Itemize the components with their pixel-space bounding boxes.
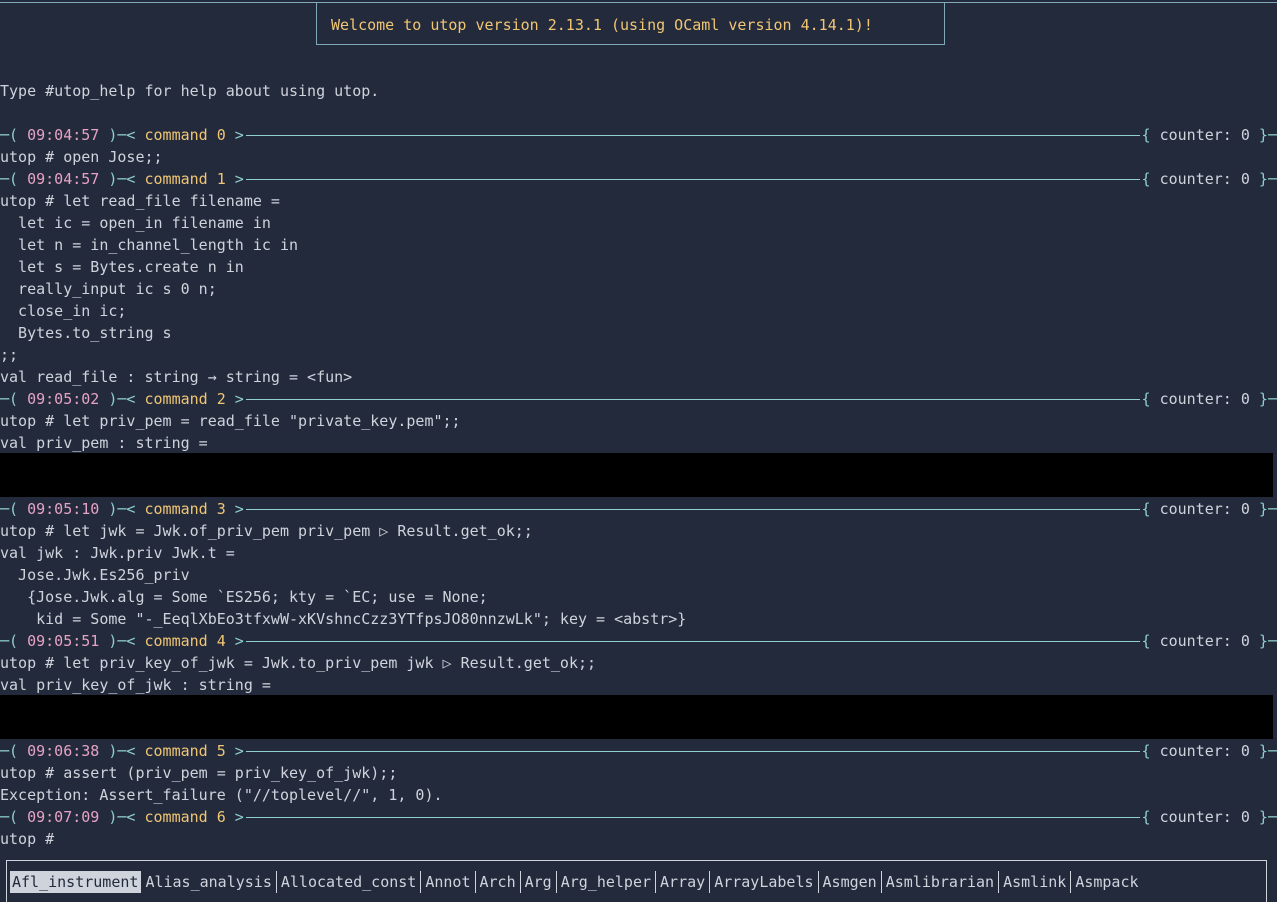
input-line: ;; (0, 346, 19, 364)
prompt-command: command 1 (144, 170, 226, 188)
prompt-bar-6: ─( 09:07:09 )─< command 6 >{ counter: 0 … (0, 808, 1277, 826)
prompt-time: 09:04:57 (27, 126, 100, 144)
prompt-bar-2: ─( 09:05:02 )─< command 2 >{ counter: 0 … (0, 390, 1277, 408)
prompt-time: 09:06:38 (27, 742, 100, 760)
input-line: close_in ic; (0, 302, 127, 320)
input-line: really_input ic s 0 n; (0, 280, 217, 298)
welcome-banner: Welcome to utop version 2.13.1 (using OC… (316, 2, 945, 45)
prompt-time: 09:05:51 (27, 632, 100, 650)
completion-item[interactable]: Asmlink (999, 871, 1072, 893)
input-line: let n = in_channel_length ic in (0, 236, 299, 254)
help-line: Type #utop_help for help about using uto… (0, 82, 380, 100)
prompt-counter: counter: 0 (1159, 742, 1250, 760)
prompt-counter: counter: 0 (1159, 808, 1250, 826)
input-line: utop # let jwk = Jwk.of_priv_pem priv_pe… (0, 522, 533, 540)
completion-item[interactable]: Array (656, 871, 711, 893)
output-line: Exception: Assert_failure ("//toplevel//… (0, 786, 443, 804)
input-line: utop # assert (priv_pem = priv_key_of_jw… (0, 764, 398, 782)
output-line: kid = Some "-_EeqlXbEo3tfxwW-xKVshncCzz3… (0, 610, 687, 628)
completion-item[interactable]: Asmgen (819, 871, 882, 893)
output-line: Jose.Jwk.Es256_priv (0, 566, 190, 584)
output-line: val jwk : Jwk.priv Jwk.t = (0, 544, 235, 562)
prompt-bar-4: ─( 09:05:51 )─< command 4 >{ counter: 0 … (0, 632, 1277, 650)
completion-item[interactable]: Arg_helper (557, 871, 657, 893)
prompt-time: 09:05:10 (27, 500, 100, 518)
prompt-command: command 6 (144, 808, 226, 826)
completion-item[interactable]: Afl_instrument (10, 871, 142, 893)
input-line: utop # let read_file filename = (0, 192, 280, 210)
completion-item[interactable]: Arg (521, 871, 557, 893)
prompt-counter: counter: 0 (1159, 170, 1250, 188)
prompt-command: command 4 (144, 632, 226, 650)
prompt-counter: counter: 0 (1159, 390, 1250, 408)
prompt-bar-5: ─( 09:06:38 )─< command 5 >{ counter: 0 … (0, 742, 1277, 760)
completion-bar: Afl_instrument Alias_analysis Allocated_… (6, 860, 1267, 902)
prompt-time: 09:07:09 (27, 808, 100, 826)
output-line: val priv_key_of_jwk : string = (0, 676, 271, 694)
output-line: val priv_pem : string = (0, 434, 208, 452)
prompt-counter: counter: 0 (1159, 632, 1250, 650)
prompt-bar-3: ─( 09:05:10 )─< command 3 >{ counter: 0 … (0, 500, 1277, 518)
completion-item[interactable]: Arch (476, 871, 521, 893)
output-line: {Jose.Jwk.alg = Some `ES256; kty = `EC; … (0, 588, 488, 606)
prompt-counter: counter: 0 (1159, 500, 1250, 518)
input-line: let s = Bytes.create n in (0, 258, 244, 276)
prompt-bar-1: ─( 09:04:57 )─< command 1 >{ counter: 0 … (0, 170, 1277, 188)
prompt-counter: counter: 0 (1159, 126, 1250, 144)
prompt-bar-0: ─( 09:04:57 )─< command 0 >{ counter: 0 … (0, 126, 1277, 144)
prompt-time: 09:04:57 (27, 170, 100, 188)
prompt-command: command 3 (144, 500, 226, 518)
completion-item[interactable]: Alias_analysis (141, 871, 277, 893)
input-line: utop # let priv_key_of_jwk = Jwk.to_priv… (0, 654, 597, 672)
prompt-command: command 5 (144, 742, 226, 760)
redacted-block (0, 453, 1273, 497)
completion-item[interactable]: ArrayLabels (710, 871, 819, 893)
prompt-command: command 0 (144, 126, 226, 144)
prompt-command: command 2 (144, 390, 226, 408)
prompt-time: 09:05:02 (27, 390, 100, 408)
input-line: Bytes.to_string s (0, 324, 172, 342)
output-line: val read_file : string → string = <fun> (0, 368, 353, 386)
redacted-block (0, 695, 1273, 739)
completion-item[interactable]: Allocated_const (277, 871, 422, 893)
input-line: utop # let priv_pem = read_file "private… (0, 412, 461, 430)
completion-item[interactable]: Asmlibrarian (882, 871, 1000, 893)
completion-item[interactable]: Annot (421, 871, 476, 893)
input-line: let ic = open_in filename in (0, 214, 271, 232)
input-line: utop # open Jose;; (0, 148, 163, 166)
active-prompt-input[interactable]: utop # (0, 828, 1277, 850)
completion-item[interactable]: Asmpack (1071, 871, 1142, 893)
